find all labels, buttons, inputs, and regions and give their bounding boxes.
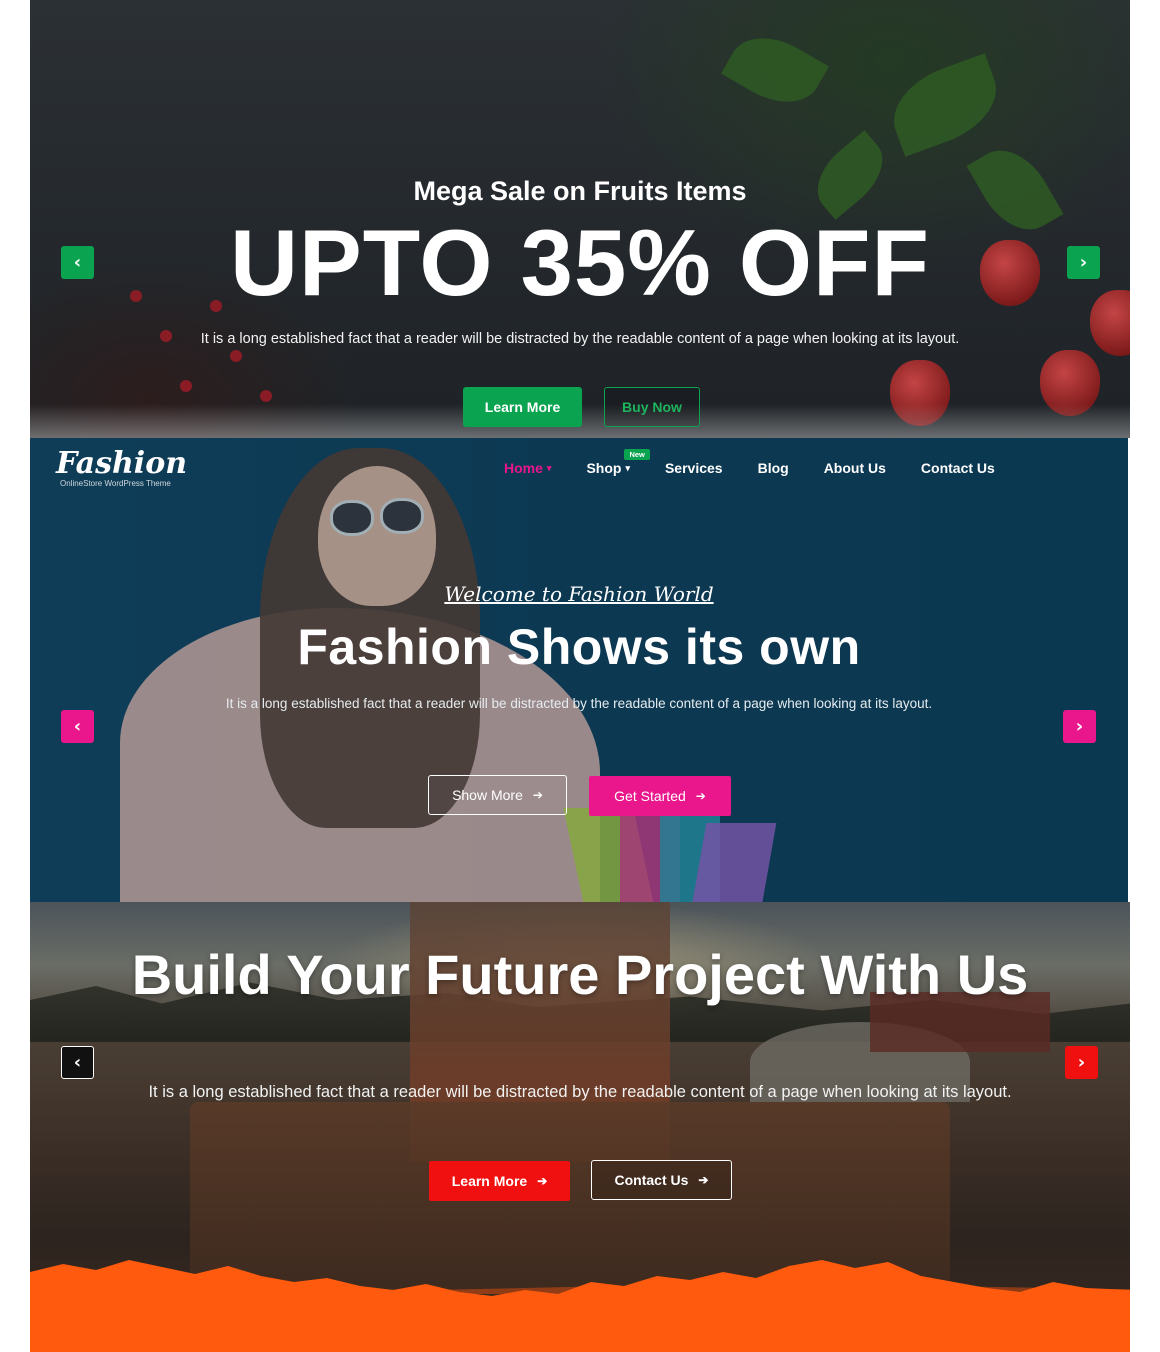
nav-label: Shop [586,460,622,476]
logo-tagline: OnlineStore WordPress Theme [60,479,171,488]
arrow-right-icon: ➔ [537,1174,548,1188]
logo-wordmark: Fashion [56,446,188,481]
get-started-button[interactable]: Get Started ➔ [589,776,731,816]
nav-item-contact-us[interactable]: Contact Us [921,460,995,476]
pomegranate-seed-image [180,380,192,392]
pomegranate-seed-image [230,350,242,362]
arrow-right-icon: ➔ [532,788,543,802]
fashion-prev-arrow-icon[interactable]: ‹ [61,710,94,743]
nav-item-about-us[interactable]: About Us [824,460,886,476]
fruit-prev-arrow-icon[interactable]: ‹ [61,246,94,279]
arrow-right-icon: ➔ [698,1173,709,1187]
build-next-arrow-icon[interactable]: › [1065,1046,1098,1079]
button-label: Get Started [614,788,686,804]
build-contact-us-button[interactable]: Contact Us ➔ [591,1160,732,1200]
button-label: Buy Now [622,399,682,415]
nav-item-blog[interactable]: Blog [758,460,789,476]
fruit-description: It is a long established fact that a rea… [200,331,960,347]
show-more-button[interactable]: Show More ➔ [428,775,567,815]
nav-label: About Us [823,460,886,476]
main-navigation: Home ▾ New Shop ▾ Services Blog About Us… [504,449,1030,476]
fashion-slide: Fashion OnlineStore WordPress Theme Home… [30,438,1128,902]
fashion-kicker: Welcome to Fashion World [444,582,714,606]
fruit-title: UPTO 35% OFF [230,210,930,315]
fashion-next-arrow-icon[interactable]: › [1063,710,1096,743]
build-description: It is a long established fact that a rea… [148,1083,1012,1101]
button-label: Learn More [451,1173,528,1189]
site-logo[interactable]: Fashion OnlineStore WordPress Theme [56,446,187,488]
fruit-next-arrow-icon[interactable]: › [1067,246,1100,279]
nav-label: Contact Us [920,460,995,476]
build-title: Build Your Future Project With Us [131,943,1029,1006]
fruit-buy-now-button[interactable]: Buy Now [604,387,700,427]
nav-label: Services [664,460,723,476]
construction-slide: Build Your Future Project With Us It is … [30,902,1130,1352]
nav-item-home[interactable]: Home ▾ [504,460,551,476]
chevron-down-icon: ▾ [625,462,630,473]
fruit-learn-more-button[interactable]: Learn More [463,387,582,427]
nav-item-services[interactable]: Services [665,460,723,476]
fruit-subtitle: Mega Sale on Fruits Items [413,176,747,206]
pomegranate-seed-image [260,390,272,402]
button-label: Show More [452,787,523,803]
nav-label: Home [504,460,543,476]
nav-label: Blog [757,460,789,476]
button-label: Learn More [484,399,561,415]
fruit-sale-slide: Mega Sale on Fruits Items UPTO 35% OFF I… [30,0,1130,438]
chevron-down-icon: ▾ [546,462,552,473]
button-label: Contact Us [614,1172,689,1188]
build-learn-more-button[interactable]: Learn More ➔ [429,1161,570,1201]
build-prev-arrow-icon[interactable]: ‹ [61,1046,94,1079]
fashion-description: It is a long established fact that a rea… [225,696,933,711]
new-badge: New [624,449,650,460]
arrow-right-icon: ➔ [695,789,706,803]
fashion-title: Fashion Shows its own [297,619,861,675]
nav-item-shop[interactable]: New Shop ▾ [586,449,650,476]
